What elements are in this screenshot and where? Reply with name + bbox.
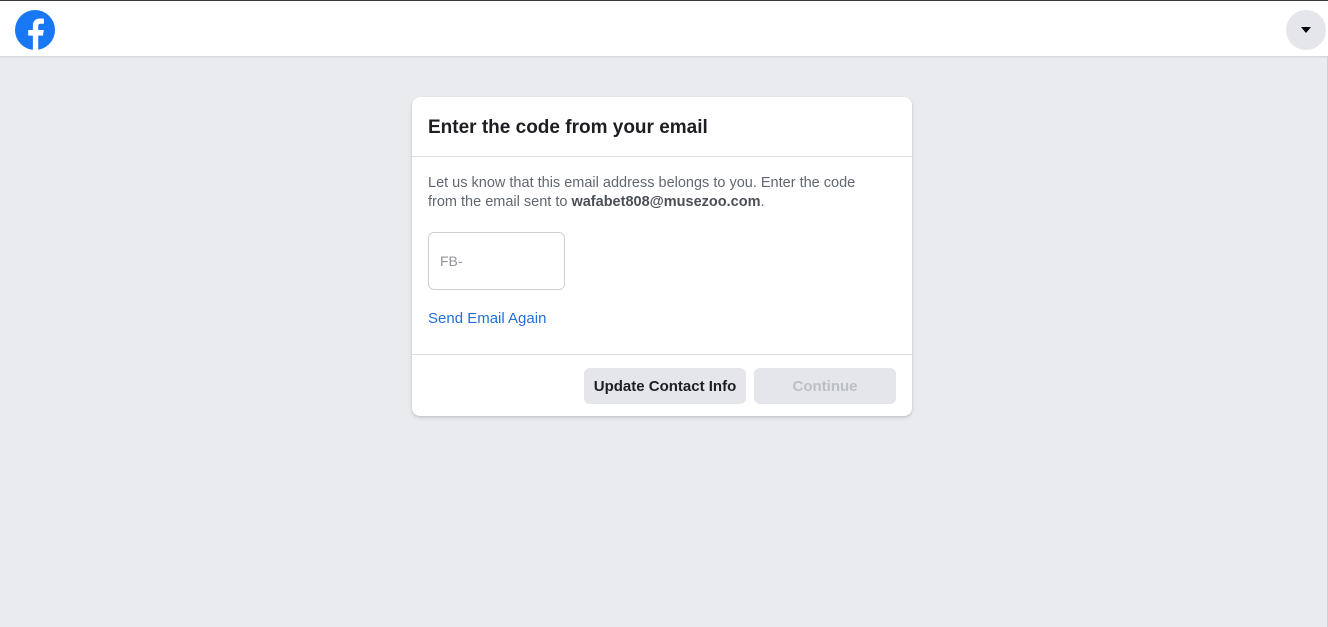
top-bar: [0, 0, 1328, 56]
send-email-again-link[interactable]: Send Email Again: [428, 310, 546, 328]
facebook-logo-icon[interactable]: [15, 10, 55, 50]
dialog-title: Enter the code from your email: [428, 117, 708, 138]
dialog-header: Enter the code from your email: [412, 97, 912, 157]
confirmation-code-input[interactable]: [428, 232, 565, 290]
continue-button[interactable]: Continue: [754, 368, 896, 404]
update-contact-info-button[interactable]: Update Contact Info: [584, 368, 746, 404]
caret-down-icon: [1301, 27, 1311, 33]
dialog-footer: Update Contact Info Continue: [412, 354, 912, 416]
dialog-body: Let us know that this email address belo…: [412, 157, 912, 328]
email-address: wafabet808@musezoo.com: [571, 194, 761, 210]
verify-email-dialog: Enter the code from your email Let us kn…: [412, 97, 912, 416]
account-menu-button[interactable]: [1286, 10, 1326, 50]
description-end: .: [760, 194, 765, 210]
dialog-description: Let us know that this email address belo…: [428, 174, 888, 212]
